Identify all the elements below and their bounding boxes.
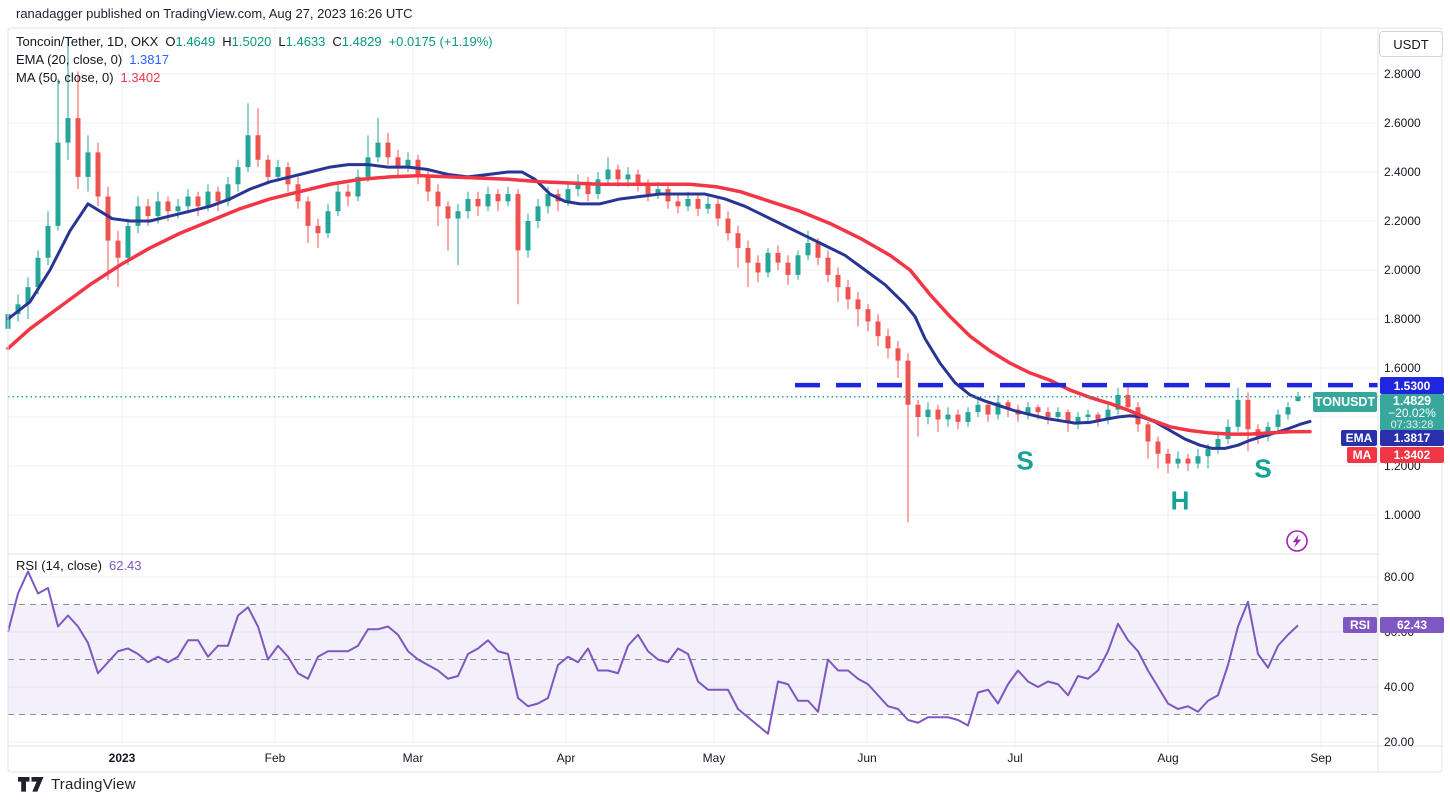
tradingview-watermark[interactable]: TradingView [18,776,136,793]
legend-block: Toncoin/Tether, 1D, OKXO1.4649H1.5020L1.… [16,33,493,87]
svg-text:1.8000: 1.8000 [1384,312,1421,326]
ma-legend[interactable]: MA (50, close, 0)1.3402 [16,69,493,87]
svg-text:20.00: 20.00 [1384,735,1414,749]
open-value: 1.4649 [175,34,215,49]
attribution-text: ranadagger published on TradingView.com,… [16,6,413,21]
candles [6,37,1301,522]
svg-text:Jul: Jul [1007,751,1022,765]
svg-text:Apr: Apr [557,751,576,765]
svg-text:40.00: 40.00 [1384,680,1414,694]
svg-text:2.4000: 2.4000 [1384,165,1421,179]
svg-text:2.6000: 2.6000 [1384,116,1421,130]
symbol-title: Toncoin/Tether, 1D, OKX [16,34,158,49]
low-value: 1.4633 [286,34,326,49]
ema-legend[interactable]: EMA (20, close, 0)1.3817 [16,51,493,69]
high-value: 1.5020 [232,34,272,49]
svg-text:May: May [703,751,726,765]
bar-countdown: 07:33:28 [1391,419,1434,431]
ma-line [8,176,1310,434]
ma-value-badge: 1.3402 [1380,447,1444,463]
left-shoulder-label: S [1016,446,1033,477]
time-axis-labels[interactable]: 2023 Feb Mar Apr May Jun Jul Aug Sep [109,751,1332,765]
svg-text:Sep: Sep [1310,751,1332,765]
ema-value-badge: 1.3817 [1380,430,1444,446]
svg-text:1.0000: 1.0000 [1384,508,1421,522]
lightning-icon[interactable] [1285,529,1309,553]
resistance-price-badge: 1.5300 [1380,377,1444,394]
tradingview-logo-icon [18,777,44,792]
ema-legend-value: 1.3817 [129,52,169,67]
svg-text:1.6000: 1.6000 [1384,361,1421,375]
symbol-legend[interactable]: Toncoin/Tether, 1D, OKXO1.4649H1.5020L1.… [16,33,493,51]
last-price-badge: 1.4829 −20.02% 07:33:28 [1380,394,1444,431]
rsi-value-badge: 62.43 [1380,617,1444,633]
change-value: +0.0175 (+1.19%) [389,34,493,49]
right-shoulder-label: S [1254,454,1271,485]
rsi-tag: RSI [1343,617,1377,633]
ema-tag: EMA [1341,430,1377,446]
svg-text:2.8000: 2.8000 [1384,67,1421,81]
close-value: 1.4829 [342,34,382,49]
watermark-text: TradingView [51,776,136,793]
last-price-value: 1.4829 [1393,395,1431,407]
svg-text:Mar: Mar [403,751,424,765]
svg-text:Aug: Aug [1157,751,1178,765]
rsi-legend[interactable]: RSI (14, close)62.43 [16,558,142,573]
head-label: H [1171,486,1190,517]
rsi-legend-value: 62.43 [109,558,142,573]
ma-tag: MA [1347,447,1377,463]
svg-text:80.00: 80.00 [1384,570,1414,584]
currency-unit-button[interactable]: USDT [1379,31,1443,57]
svg-text:Jun: Jun [857,751,876,765]
chart-canvas[interactable]: 2.8000 2.6000 2.4000 2.2000 2.0000 1.8000 1.60… [0,0,1450,806]
symbol-tag: TONUSDT [1313,392,1377,412]
svg-text:Feb: Feb [265,751,286,765]
svg-text:2.0000: 2.0000 [1384,263,1421,277]
svg-text:2.2000: 2.2000 [1384,214,1421,228]
ma-legend-value: 1.3402 [121,70,161,85]
change-percent: −20.02% [1388,407,1436,419]
svg-text:2023: 2023 [109,751,136,765]
